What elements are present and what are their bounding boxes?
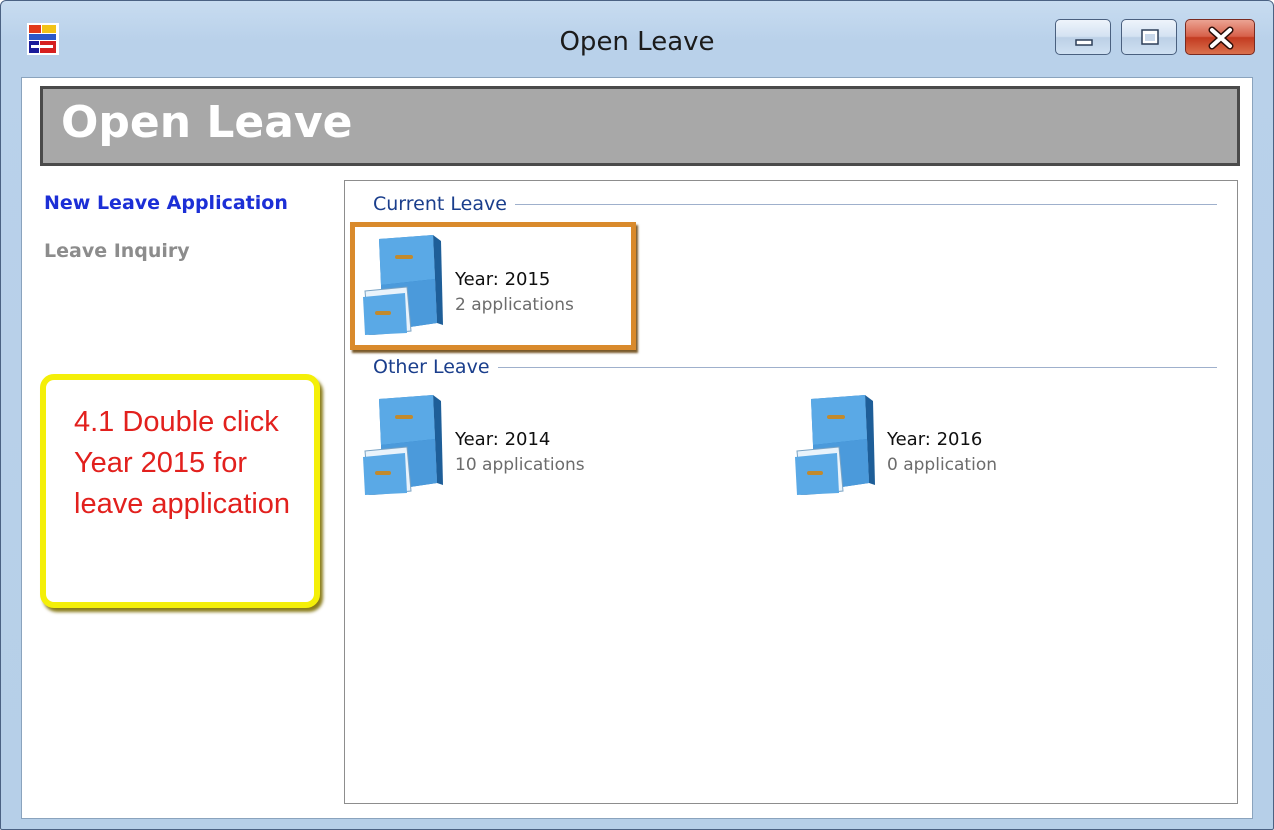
nav-leave-inquiry[interactable]: Leave Inquiry [44,240,190,262]
highlight-box [350,222,636,350]
open-leave-window: Open Leave Open Leave New Leave Applicat… [0,0,1274,830]
group-header-current-leave: Current Leave [373,193,515,215]
maximize-button[interactable] [1121,19,1177,55]
page-title: Open Leave [61,97,353,148]
item-year: Year: 2016 [887,429,983,450]
instruction-callout: 4.1 Double click Year 2015 for leave app… [40,374,320,608]
page-banner: Open Leave [40,86,1240,166]
item-count: 10 applications [455,455,585,475]
group-header-other-leave: Other Leave [373,356,498,378]
title-bar[interactable]: Open Leave [1,1,1273,77]
close-button[interactable] [1185,19,1255,55]
minimize-icon [1075,39,1093,46]
item-count: 0 application [887,455,997,475]
callout-text: 4.1 Double click Year 2015 for leave app… [74,406,291,520]
item-year: Year: 2014 [455,429,551,450]
file-cabinet-icon [363,395,443,495]
group-divider [375,367,1217,368]
nav-new-leave-application[interactable]: New Leave Application [44,192,288,214]
leave-item-2016[interactable]: Year: 2016 0 application [791,395,1111,515]
leave-item-2014[interactable]: Year: 2014 10 applications [359,395,679,515]
minimize-button[interactable] [1055,19,1111,55]
file-cabinet-icon [795,395,875,495]
client-area: Open Leave New Leave Application Leave I… [21,77,1253,819]
close-icon [1208,26,1234,50]
maximize-icon [1141,29,1159,45]
